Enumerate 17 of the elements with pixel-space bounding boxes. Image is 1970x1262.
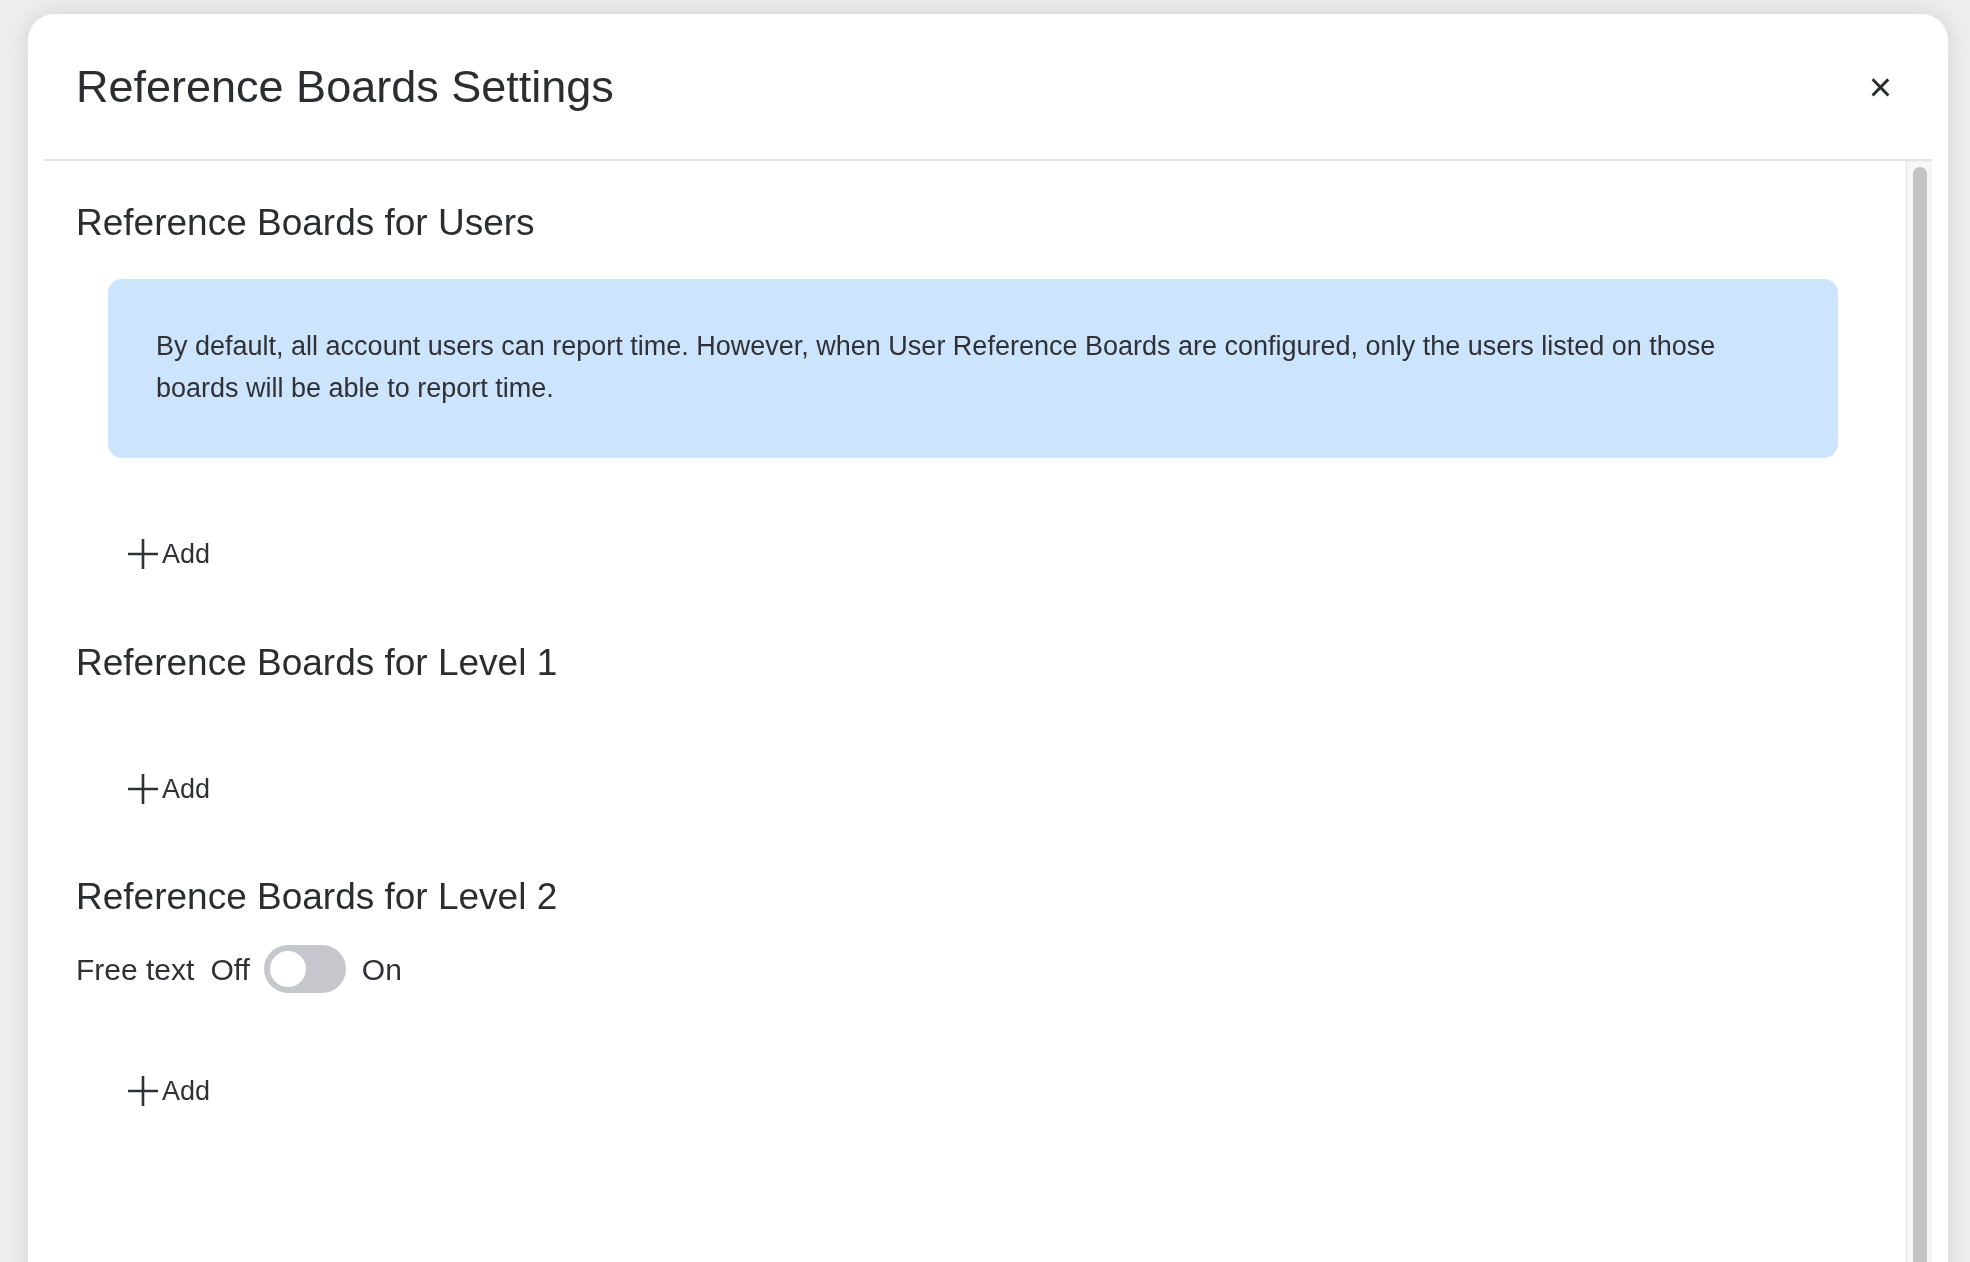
toggle-switch[interactable] bbox=[263, 945, 346, 993]
info-banner: By default, all account users can report time. However, when User Reference Boards are configured, only the users listed on those boards will be able to report time. bbox=[108, 279, 1838, 458]
off-label: Off bbox=[210, 951, 250, 988]
section-heading: Reference Boards for Users bbox=[76, 201, 535, 245]
section-heading: Reference Boards for Level 1 bbox=[76, 640, 558, 685]
dialog-title: Reference Boards Settings bbox=[76, 59, 614, 114]
on-label: On bbox=[361, 951, 402, 988]
section-heading: Reference Boards for Level 2 bbox=[76, 875, 558, 919]
plus-icon bbox=[126, 1074, 160, 1109]
add-button[interactable]: Add bbox=[126, 534, 211, 575]
plus-icon bbox=[126, 771, 160, 806]
plus-icon bbox=[126, 537, 160, 572]
add-button[interactable]: Add bbox=[126, 768, 211, 809]
close-button[interactable]: × bbox=[1864, 66, 1896, 107]
free-text-label: Free text bbox=[76, 951, 195, 988]
scrollbar-thumb[interactable] bbox=[1912, 167, 1927, 1262]
add-button[interactable]: Add bbox=[126, 1071, 211, 1112]
